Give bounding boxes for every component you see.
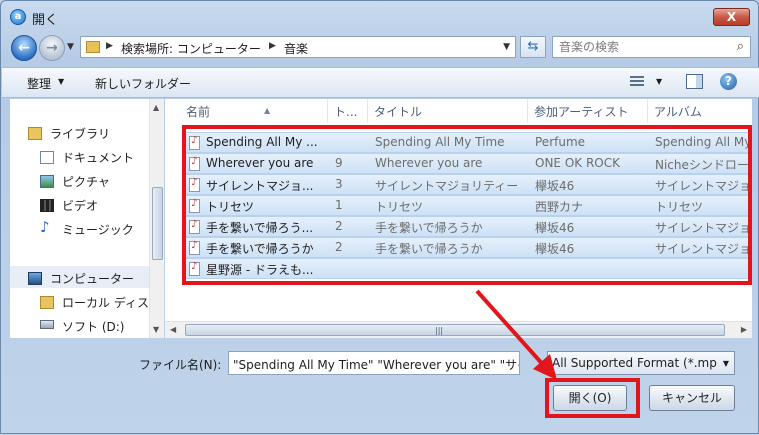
annotation-arrow — [475, 289, 557, 380]
open-file-dialog: a 開く X ← → ▼ ▶ 検索場所: コンピューター ▶ 音楽 ▼ ⇆ ⌕ … — [0, 0, 759, 434]
